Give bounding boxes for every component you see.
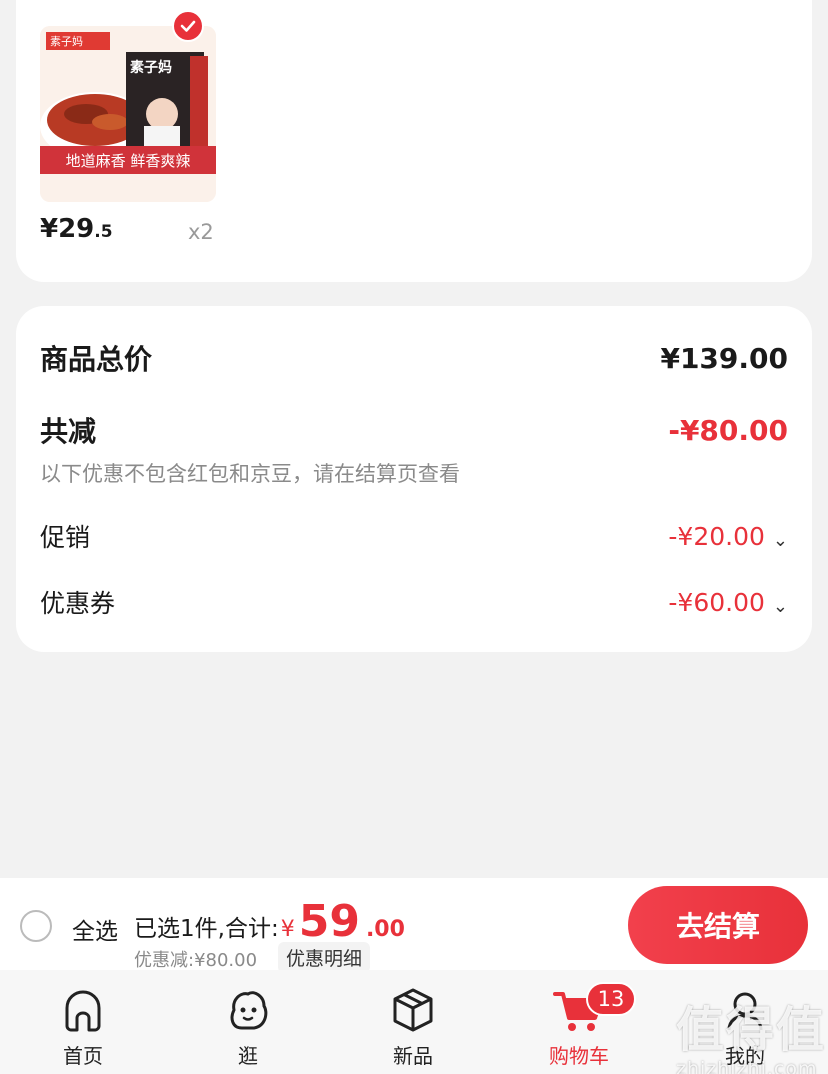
tab-label: 新品 xyxy=(393,1044,433,1068)
product-select-checkbox[interactable] xyxy=(172,10,204,42)
home-icon xyxy=(57,984,109,1036)
tab-home[interactable]: 首页 xyxy=(28,984,138,1069)
reduction-label: 共减 xyxy=(40,415,97,448)
product-tagline: 地道麻香 鲜香爽辣 xyxy=(65,151,191,170)
watermark-logo: 值得值 xyxy=(676,1002,827,1058)
coupon-label: 优惠券 xyxy=(40,589,116,618)
total-amount: 59 xyxy=(298,896,360,947)
svg-text:素子妈: 素子妈 xyxy=(130,59,172,76)
selected-total: 已选1件,合计: ¥ 59 .00 xyxy=(134,900,405,944)
checkout-button[interactable]: 去结算 xyxy=(628,886,808,964)
coupon-row[interactable]: 优惠券 -¥60.00 ⌄ xyxy=(40,584,788,620)
reduction-row: 共减 -¥80.00 xyxy=(40,410,788,450)
tab-browse[interactable]: 逛 xyxy=(193,984,303,1069)
new-box-icon xyxy=(387,984,439,1036)
promo-value: -¥20.00 xyxy=(668,521,765,551)
checkout-bar: 全选 已选1件,合计: ¥ 59 .00 优惠减:¥80.00 优惠明细 去结算 xyxy=(0,878,828,973)
chevron-down-icon: ⌄ xyxy=(772,529,788,551)
selected-count-text: 已选1件,合计: xyxy=(134,916,279,942)
reduction-value: -¥80.00 xyxy=(668,413,788,447)
total-currency: ¥ xyxy=(280,917,295,942)
total-price-value: ¥139.00 xyxy=(660,341,788,375)
browse-face-icon xyxy=(222,984,274,1036)
promo-row[interactable]: 促销 -¥20.00 ⌄ xyxy=(40,518,788,554)
brand-tag-text: 素子妈 xyxy=(50,34,83,48)
total-price-row: 商品总价 ¥139.00 xyxy=(40,338,788,378)
product-price: ¥29 .5 xyxy=(40,214,113,254)
total-price-label: 商品总价 xyxy=(40,343,153,376)
product-card: 素子妈 素子妈 地道麻香 鲜香爽辣 ¥29 .5 x2 xyxy=(16,0,812,282)
tab-cart[interactable]: 13 购物车 xyxy=(524,982,636,1069)
cart-count-badge: 13 xyxy=(586,982,636,1016)
watermark-url: zhizhizhi.com xyxy=(676,1058,818,1074)
select-all-label[interactable]: 全选 xyxy=(72,912,118,946)
select-all-checkbox[interactable] xyxy=(20,910,52,942)
check-icon xyxy=(180,20,196,32)
total-decimal: .00 xyxy=(365,917,405,942)
product-price-decimal: .5 xyxy=(94,222,113,242)
tab-label: 首页 xyxy=(63,1044,103,1068)
product-illustration: 素子妈 素子妈 xyxy=(40,26,216,202)
tab-label: 购物车 xyxy=(549,1044,609,1068)
discount-note: 以下优惠不包含红包和京豆，请在结算页查看 xyxy=(40,462,460,486)
promo-label: 促销 xyxy=(40,523,91,552)
discount-amount-text: 优惠减:¥80.00 xyxy=(134,950,258,971)
tab-label: 逛 xyxy=(238,1044,258,1068)
product-image[interactable]: 素子妈 素子妈 地道麻香 鲜香爽辣 xyxy=(40,26,216,202)
price-summary-card: 商品总价 ¥139.00 共减 -¥80.00 以下优惠不包含红包和京豆，请在结… xyxy=(16,306,812,652)
chevron-down-icon: ⌄ xyxy=(772,595,788,617)
product-price-main: ¥29 xyxy=(40,214,95,244)
coupon-value: -¥60.00 xyxy=(668,587,765,617)
tab-new[interactable]: 新品 xyxy=(358,984,468,1069)
site-watermark: 值得值 zhizhizhi.com xyxy=(676,990,826,1074)
discount-detail-button[interactable]: 优惠明细 xyxy=(278,942,371,973)
product-quantity[interactable]: x2 xyxy=(188,220,214,244)
